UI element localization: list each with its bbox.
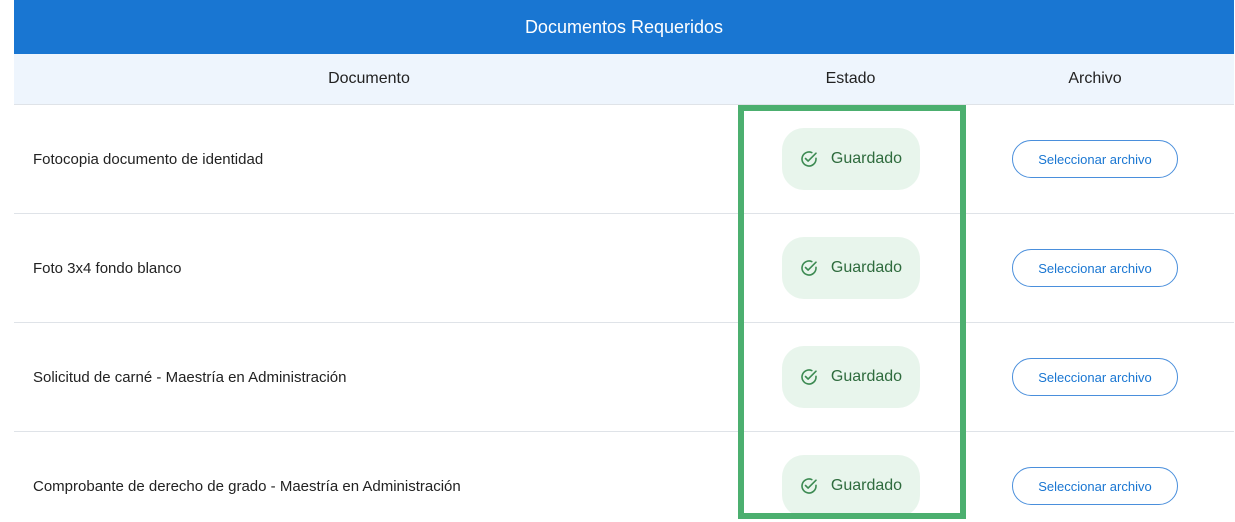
file-cell: Seleccionar archivo xyxy=(977,358,1213,396)
table-row: Solicitud de carné - Maestría en Adminis… xyxy=(14,323,1234,432)
table-title-bar: Documentos Requeridos xyxy=(14,0,1234,54)
document-name: Solicitud de carné - Maestría en Adminis… xyxy=(33,368,347,386)
table-header: Documento Estado Archivo xyxy=(14,54,1234,105)
file-cell: Seleccionar archivo xyxy=(977,140,1213,178)
select-file-button[interactable]: Seleccionar archivo xyxy=(1012,467,1178,505)
select-file-button[interactable]: Seleccionar archivo xyxy=(1012,358,1178,396)
documents-table: Documentos Requeridos Documento Estado A… xyxy=(14,0,1234,522)
table-title: Documentos Requeridos xyxy=(524,16,724,37)
table-row: Foto 3x4 fondo blanco Guardado Seleccion… xyxy=(14,214,1234,323)
status-label: Guardado xyxy=(830,477,903,494)
table-row: Comprobante de derecho de grado - Maestr… xyxy=(14,432,1234,522)
document-name: Comprobante de derecho de grado - Maestr… xyxy=(33,477,461,495)
document-name: Foto 3x4 fondo blanco xyxy=(33,259,182,277)
column-header-state: Estado xyxy=(825,70,876,87)
status-badge: Guardado xyxy=(781,128,920,190)
table-row: Fotocopia documento de identidad Guardad… xyxy=(14,105,1234,214)
document-name: Fotocopia documento de identidad xyxy=(33,150,264,168)
check-circle-icon xyxy=(799,476,819,496)
status-label: Guardado xyxy=(830,259,903,276)
file-cell: Seleccionar archivo xyxy=(977,467,1213,505)
check-circle-icon xyxy=(799,367,819,387)
check-circle-icon xyxy=(799,149,819,169)
page: Documentos Requeridos Documento Estado A… xyxy=(0,0,1235,522)
status-badge: Guardado xyxy=(781,455,920,517)
column-header-document: Documento xyxy=(328,70,410,87)
state-cell: Guardado xyxy=(724,346,977,408)
state-cell: Guardado xyxy=(724,128,977,190)
file-cell: Seleccionar archivo xyxy=(977,249,1213,287)
status-badge: Guardado xyxy=(781,346,920,408)
column-header-file: Archivo xyxy=(1068,70,1122,87)
select-file-button[interactable]: Seleccionar archivo xyxy=(1012,140,1178,178)
state-cell: Guardado xyxy=(724,455,977,517)
status-label: Guardado xyxy=(830,368,903,385)
status-badge: Guardado xyxy=(781,237,920,299)
check-circle-icon xyxy=(799,258,819,278)
status-label: Guardado xyxy=(830,150,903,167)
state-cell: Guardado xyxy=(724,237,977,299)
select-file-button[interactable]: Seleccionar archivo xyxy=(1012,249,1178,287)
